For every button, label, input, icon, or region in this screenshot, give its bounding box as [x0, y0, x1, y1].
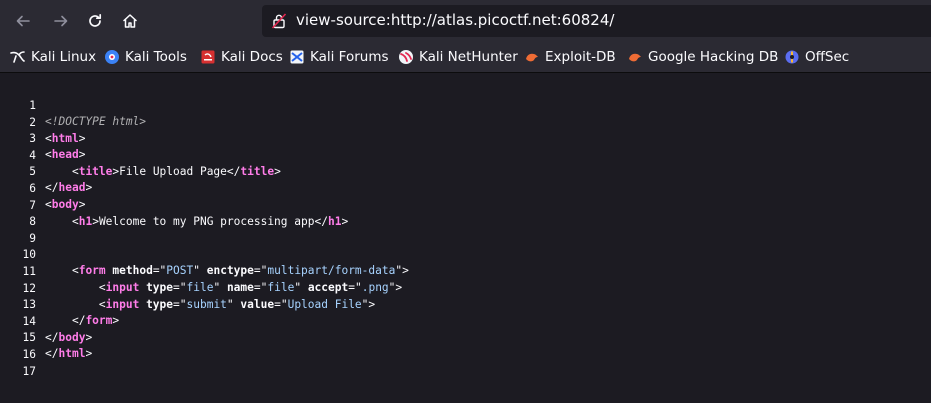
line-number: 17 [22, 364, 36, 378]
bookmark-label: OffSec [805, 49, 850, 65]
bookmark-label: Kali NetHunter [419, 49, 518, 65]
bookmark-label: Kali Docs [221, 49, 283, 65]
text-content: Welcome to my PNG processing app [98, 214, 315, 228]
source-line: 7 <h1>Welcome to my PNG processing app</… [0, 182, 348, 228]
attribute-value: file [267, 281, 295, 294]
source-line: 9 [0, 215, 36, 245]
source-line: 10 <form method="POST" enctype="multipar… [0, 231, 409, 277]
bookmarks-toolbar: Kali Linux Kali Tools Kali Docs Kali For… [0, 42, 931, 73]
source-line: 17 [0, 348, 36, 378]
tag-name: body [58, 330, 86, 344]
attribute-value: POST [166, 264, 194, 278]
attribute-name: type [139, 297, 174, 311]
source-line: 15 </html> [0, 314, 93, 360]
tag-name: html [58, 347, 86, 361]
text-content: File Upload Page [119, 164, 227, 178]
home-button[interactable] [117, 8, 143, 34]
source-line: 5 </head> [0, 148, 92, 194]
home-icon [123, 14, 137, 28]
back-button[interactable] [10, 8, 36, 34]
browser-toolbar: view-source:http://atlas.picoctf.net:608… [0, 0, 931, 42]
tag-name: head [58, 181, 86, 195]
attribute-value: submit [186, 297, 227, 311]
source-line: 12 <input type="submit" value="Upload Fi… [0, 265, 376, 311]
forward-arrow-icon [54, 15, 68, 27]
attribute-name: accept [301, 281, 349, 294]
tag-name: form [85, 314, 113, 328]
ghdb-icon [627, 49, 643, 65]
bookmark-kali-forums[interactable]: Kali Forums [289, 48, 389, 66]
bookmark-label: Kali Tools [125, 49, 187, 65]
source-line: 13 </form> [0, 281, 120, 327]
tag-name: title [240, 164, 275, 178]
attribute-name: name [220, 281, 254, 294]
attribute-value: .png [361, 281, 389, 294]
tag-name: input [105, 281, 140, 294]
kali-dragon-icon [10, 49, 26, 65]
attribute-name: enctype [200, 264, 254, 278]
back-arrow-icon [16, 15, 30, 27]
source-line: 14 </body> [0, 298, 93, 344]
reload-button[interactable] [82, 8, 108, 34]
attribute-name: method [105, 264, 153, 278]
kali-tools-icon [104, 49, 120, 65]
bookmark-exploit-db[interactable]: Exploit-DB [524, 48, 616, 66]
bookmark-label: Exploit-DB [545, 49, 616, 65]
tag-name: body [51, 198, 79, 211]
doctype-declaration: <!DOCTYPE html> [45, 115, 147, 128]
url-text[interactable]: view-source:http://atlas.picoctf.net:608… [296, 11, 614, 29]
attribute-name: type [139, 281, 174, 294]
source-line: 4 <title>File Upload Page</title> [0, 132, 281, 178]
tag-name: form [78, 264, 106, 278]
forward-button[interactable] [48, 8, 74, 34]
bookmark-label: Kali Linux [31, 49, 97, 65]
tag-name: input [105, 297, 140, 311]
bookmark-kali-linux[interactable]: Kali Linux [10, 48, 96, 66]
source-line: 11 <input type="file" name="file" accept… [0, 248, 403, 294]
kali-nethunter-icon [398, 49, 414, 65]
tag-name: html [51, 131, 79, 145]
bookmark-google-hacking-db[interactable]: Google Hacking DB [627, 48, 778, 66]
view-source-content: 1 <!DOCTYPE html> 2 <html> 3 <head> 4 <t… [0, 73, 931, 403]
bookmark-kali-nethunter[interactable]: Kali NetHunter [398, 48, 518, 66]
bookmark-offsec[interactable]: OffSec [784, 48, 849, 66]
reload-icon [89, 13, 102, 27]
url-bar[interactable]: view-source:http://atlas.picoctf.net:608… [262, 5, 931, 37]
kali-forums-icon [289, 49, 305, 65]
bookmark-label: Google Hacking DB [648, 49, 779, 65]
tag-name: title [78, 164, 113, 178]
source-line: 3 <head> [0, 115, 85, 161]
exploit-db-icon [524, 49, 540, 65]
bookmark-label: Kali Forums [310, 49, 389, 65]
attribute-value: multipart/form-data [267, 264, 396, 278]
source-line: 6 <body> [0, 165, 85, 211]
attribute-name: value [233, 297, 275, 311]
insecure-lock-icon[interactable] [271, 13, 287, 33]
attribute-value: file [186, 281, 214, 294]
tag-name: h1 [78, 214, 93, 228]
source-line: 16 [0, 331, 36, 361]
attribute-value: Upload File [287, 297, 362, 311]
tag-name: head [51, 148, 79, 162]
source-line: 2 <html> [0, 99, 85, 145]
source-line: 8 [0, 198, 36, 228]
bookmark-kali-tools[interactable]: Kali Tools [104, 48, 187, 66]
tag-name: h1 [327, 214, 342, 228]
bookmark-kali-docs[interactable]: Kali Docs [200, 48, 283, 66]
offsec-icon [784, 49, 800, 65]
source-line: 1 <!DOCTYPE html> [0, 82, 146, 128]
kali-docs-icon [200, 49, 216, 65]
